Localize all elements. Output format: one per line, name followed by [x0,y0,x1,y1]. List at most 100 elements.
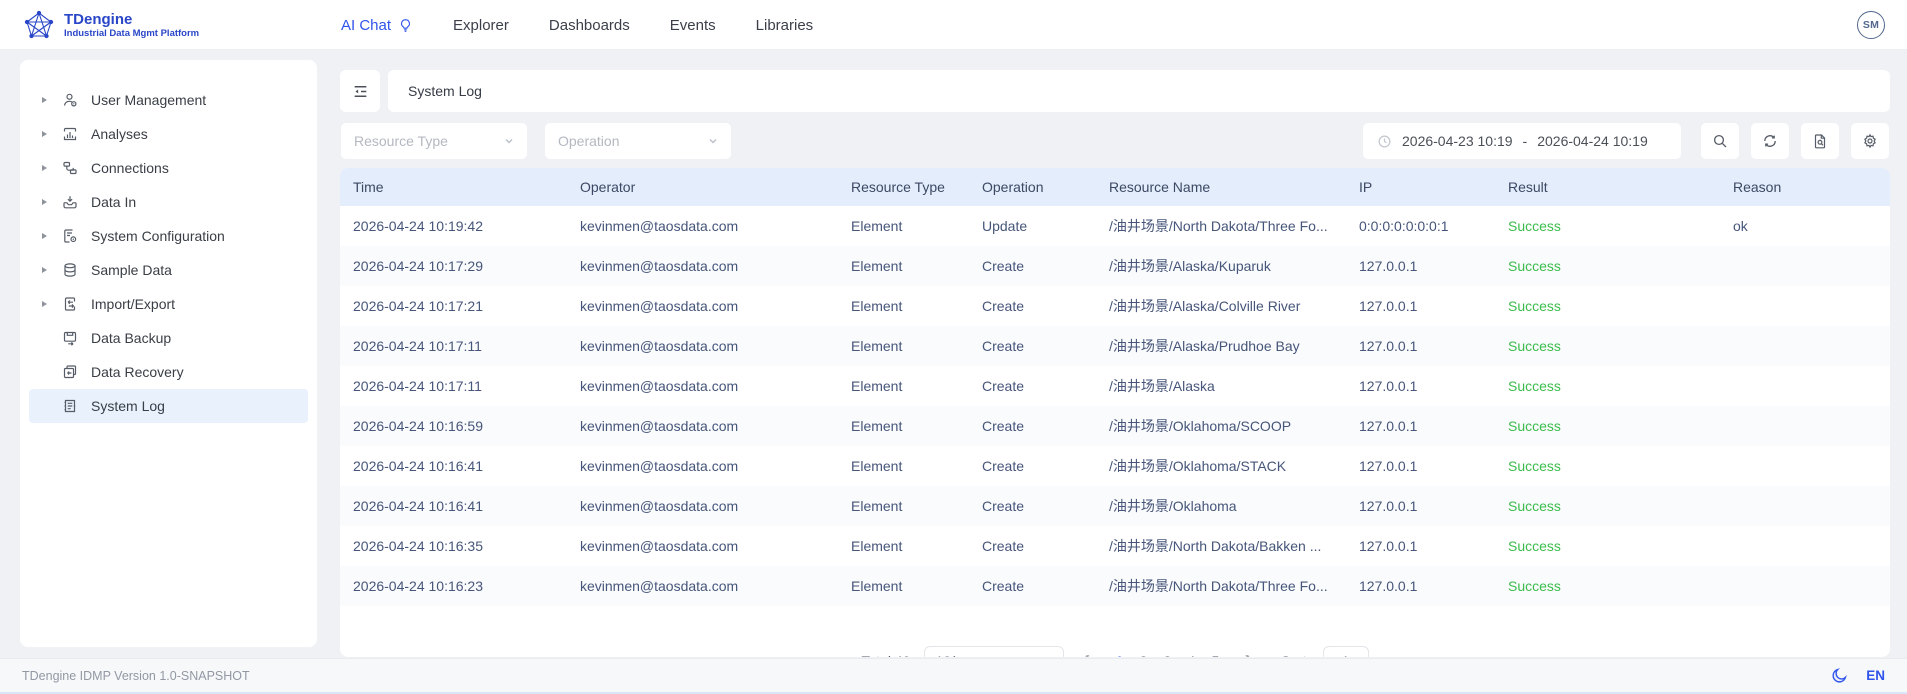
cell-time: 2026-04-24 10:16:41 [353,498,580,514]
nav-item-dashboards[interactable]: Dashboards [549,17,630,34]
sidebar-item-label: Data In [91,194,136,210]
date-range-picker[interactable]: 2026-04-23 10:19 - 2026-04-24 10:19 [1362,122,1682,160]
title-bar: System Log [388,70,1890,112]
cell-operation: Create [982,378,1109,394]
date-start: 2026-04-23 10:19 [1402,133,1513,149]
sidebar-item-user-management[interactable]: User Management [29,83,308,117]
cell-operation: Create [982,258,1109,274]
cell-resource-name: /油井场景/North Dakota/Three Fo... [1109,576,1359,596]
refresh-button[interactable] [1750,122,1790,160]
table-row[interactable]: 2026-04-24 10:16:41kevinmen@taosdata.com… [340,486,1890,526]
search-icon [1712,133,1728,149]
table-row[interactable]: 2026-04-24 10:16:23kevinmen@taosdata.com… [340,566,1890,606]
expand-caret-icon[interactable] [42,199,62,205]
sidebar-item-system-configuration[interactable]: System Configuration [29,219,308,253]
cell-operation: Update [982,218,1109,234]
main-nav: AI Chat Explorer Dashboards Events Libraries [341,0,813,50]
language-toggle[interactable]: EN [1866,668,1885,683]
cell-ip: 0:0:0:0:0:0:0:1 [1359,218,1508,234]
cell-time: 2026-04-24 10:19:42 [353,218,580,234]
sidebar-item-label: Import/Export [91,296,175,312]
expand-caret-icon[interactable] [42,131,62,137]
table-row[interactable]: 2026-04-24 10:17:11kevinmen@taosdata.com… [340,326,1890,366]
page-number-3[interactable]: 3 [1155,649,1179,657]
table-row[interactable]: 2026-04-24 10:16:35kevinmen@taosdata.com… [340,526,1890,566]
cell-result: Success [1508,298,1733,314]
cell-operation: Create [982,418,1109,434]
page-number-4[interactable]: 4 [1179,649,1203,657]
bulb-icon [398,18,413,33]
cell-resource-name: /油井场景/Alaska [1109,376,1359,396]
dark-mode-toggle[interactable] [1831,667,1848,684]
page-size-select[interactable]: 10/page [924,646,1064,657]
column-header-resource-name: Resource Name [1109,179,1359,195]
table-header: TimeOperatorResource TypeOperationResour… [340,168,1890,206]
cell-time: 2026-04-24 10:17:11 [353,378,580,394]
cell-operator: kevinmen@taosdata.com [580,298,851,314]
cell-ip: 127.0.0.1 [1359,338,1508,354]
sidebar-item-label: Data Backup [91,330,171,346]
operation-placeholder: Operation [558,133,619,149]
nav-item-ai-chat[interactable]: AI Chat [341,17,413,34]
expand-caret-icon[interactable] [42,165,62,171]
brand-subtitle: Industrial Data Mgmt Platform [64,28,199,39]
nav-item-events[interactable]: Events [670,17,716,34]
sidebar-item-data-backup[interactable]: Data Backup [29,321,308,355]
table-row[interactable]: 2026-04-24 10:17:29kevinmen@taosdata.com… [340,246,1890,286]
chevron-down-icon [707,135,719,147]
cell-time: 2026-04-24 10:17:11 [353,338,580,354]
nav-item-label: Events [670,17,716,34]
user-avatar[interactable]: SM [1857,11,1885,39]
settings-button[interactable] [1850,122,1890,160]
brand[interactable]: TDengine Industrial Data Mgmt Platform [22,8,199,42]
data-in-icon [62,194,82,210]
cell-resource-type: Element [851,418,982,434]
expand-caret-icon[interactable] [42,233,62,239]
sidebar-item-system-log[interactable]: System Log [29,389,308,423]
table-body: 2026-04-24 10:19:42 kevinmen@taosdata.com… [340,206,1890,606]
page-number-1[interactable]: 1 [1107,649,1131,657]
cell-resource-name: /油井场景/Oklahoma/STACK [1109,456,1359,476]
table-row[interactable]: 2026-04-24 10:16:59kevinmen@taosdata.com… [340,406,1890,446]
sidebar-item-sample-data[interactable]: Sample Data [29,253,308,287]
cell-operation: Create [982,538,1109,554]
nav-item-explorer[interactable]: Explorer [453,17,509,34]
sidebar-item-data-in[interactable]: Data In [29,185,308,219]
nav-item-libraries[interactable]: Libraries [756,17,814,34]
cell-resource-type: Element [851,498,982,514]
cell-result: Success [1508,418,1733,434]
cell-resource-name: /油井场景/North Dakota/Three Fo... [1109,216,1359,236]
resource-type-select[interactable]: Resource Type [340,122,528,160]
system-config-icon [62,228,82,244]
goto-page-input[interactable] [1323,646,1369,657]
sidebar-item-data-recovery[interactable]: Data Recovery [29,355,308,389]
cell-ip: 127.0.0.1 [1359,418,1508,434]
cell-operator: kevinmen@taosdata.com [580,418,851,434]
cell-resource-name: /油井场景/Oklahoma/SCOOP [1109,416,1359,436]
table-row[interactable]: 2026-04-24 10:16:41kevinmen@taosdata.com… [340,446,1890,486]
expand-caret-icon[interactable] [42,267,62,273]
cell-ip: 127.0.0.1 [1359,578,1508,594]
table-row[interactable]: 2026-04-24 10:19:42kevinmen@taosdata.com… [340,206,1890,246]
column-header-ip: IP [1359,179,1508,195]
page-numbers: 12345 [1107,649,1227,657]
export-button[interactable] [1800,122,1840,160]
cell-result: Success [1508,498,1733,514]
sidebar-item-connections[interactable]: Connections [29,151,308,185]
table-row[interactable]: 2026-04-24 10:17:21kevinmen@taosdata.com… [340,286,1890,326]
page-number-2[interactable]: 2 [1131,649,1155,657]
sidebar-item-import-export[interactable]: Import/Export [29,287,308,321]
prev-page-button[interactable]: ❮ [1072,653,1099,657]
table-row[interactable]: 2026-04-24 10:17:11kevinmen@taosdata.com… [340,366,1890,406]
operation-select[interactable]: Operation [544,122,732,160]
chevron-down-icon [1042,656,1053,658]
expand-caret-icon[interactable] [42,97,62,103]
search-button[interactable] [1700,122,1740,160]
sidebar-item-analyses[interactable]: Analyses [29,117,308,151]
expand-caret-icon[interactable] [42,301,62,307]
nav-item-label: Explorer [453,17,509,34]
next-page-button[interactable]: ❯ [1235,653,1262,657]
cell-result: Success [1508,338,1733,354]
page-number-5[interactable]: 5 [1203,649,1227,657]
sidebar-collapse-button[interactable] [340,70,380,112]
